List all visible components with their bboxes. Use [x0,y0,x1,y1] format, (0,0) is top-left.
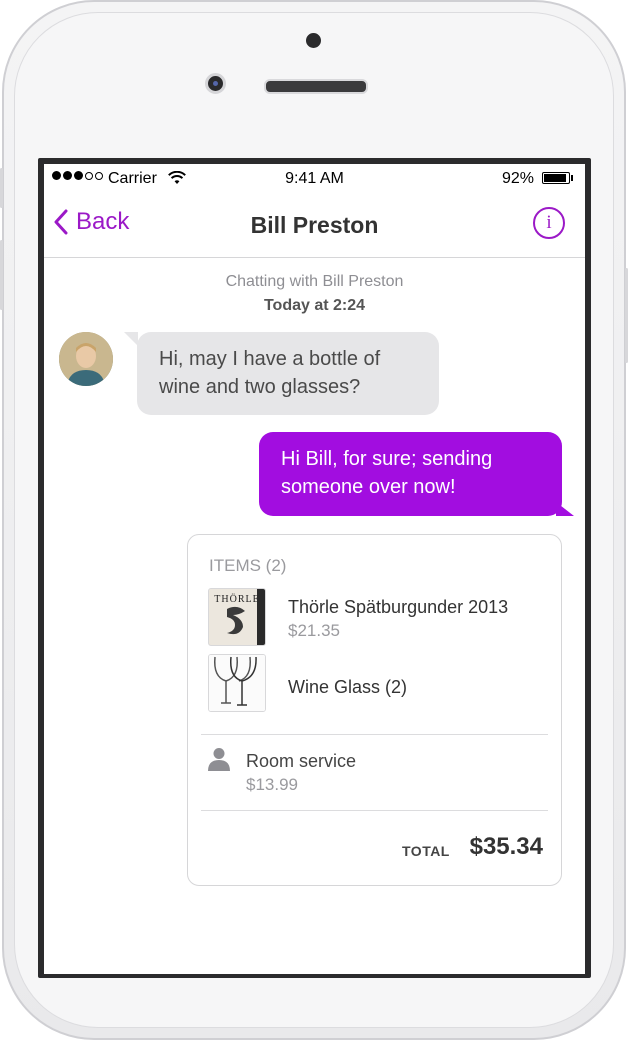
message-text-line: Hi, may I have a bottle of [159,348,381,370]
wine-bottle-image: THÖRLE [208,588,266,646]
incoming-message: Hi, may I have a bottle of wine and two … [137,332,439,415]
divider [201,810,548,811]
item-price: $21.35 [288,621,340,640]
side-button-top [0,168,3,208]
message-text-line: Hi Bill, for sure; sending [281,448,493,470]
items-header: ITEMS (2) [209,556,287,575]
total-label: TOTAL [402,843,450,859]
chat-header: Chatting with Bill Preston [225,273,404,290]
order-card[interactable]: ITEMS (2) THÖRLE Thörle Spätburgunder 20… [187,534,562,886]
status-bar: Carrier 9:41 AM 92% [44,164,585,194]
side-button-volume [0,240,3,310]
avatar[interactable] [59,332,113,386]
battery-fill [544,174,567,182]
item-name: Wine Glass (2) [288,677,408,697]
outgoing-message: Hi Bill, for sure; sending someone over … [259,432,562,516]
total-value: $35.34 [469,833,543,860]
navigation-bar: Back Bill Preston i [44,194,585,258]
service-name: Room service [246,751,357,771]
info-icon[interactable]: i [533,207,565,239]
wine-label-text: THÖRLE [214,593,259,605]
item-name: Thörle Spätburgunder 2013 [288,597,509,617]
message-text-line: someone over now! [281,476,456,498]
app-display: Carrier 9:41 AM 92% Back Bill Preston i … [44,164,585,974]
sensor-dot [306,33,321,48]
divider [201,734,548,735]
page-title: Bill Preston [250,212,379,238]
message-text-line: wine and two glasses? [159,376,361,398]
front-camera [205,73,226,94]
outgoing-bubble-tail [556,502,574,516]
wine-glass-image [208,654,266,712]
service-price: $13.99 [246,775,298,794]
incoming-bubble-tail [124,332,138,346]
battery-cap [571,175,573,181]
battery-icon [542,172,570,184]
battery-percentage: 92% [502,170,535,187]
chat-timestamp: Today at 2:24 [263,297,366,314]
earpiece-speaker [264,79,368,94]
person-icon [208,747,230,776]
